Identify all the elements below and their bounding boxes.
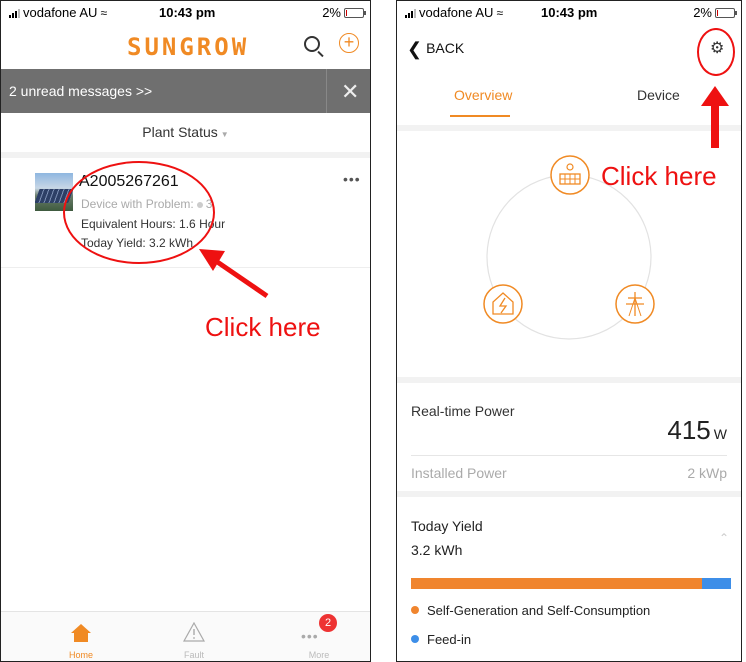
tab-overview[interactable]: Overview bbox=[454, 87, 512, 103]
row-divider bbox=[411, 455, 727, 456]
app-header: SUNGROW + bbox=[1, 25, 370, 65]
tab-device[interactable]: Device bbox=[637, 87, 680, 103]
legend-feed-in: Feed-in bbox=[411, 632, 471, 647]
battery-icon bbox=[344, 7, 366, 18]
status-bar: vodafone AU ≈ 10:43 pm 2% bbox=[397, 1, 741, 25]
active-tab-indicator bbox=[450, 115, 510, 117]
chevron-left-icon: ❮ bbox=[407, 39, 423, 59]
legend-self-consumption: Self-Generation and Self-Consumption bbox=[411, 603, 650, 618]
plant-menu-icon[interactable]: ••• bbox=[343, 171, 361, 187]
realtime-power-unit: W bbox=[713, 426, 727, 442]
overview-tabs: Overview Device bbox=[397, 73, 741, 119]
annotation-label: Click here bbox=[205, 312, 321, 342]
installed-power-label: Installed Power bbox=[411, 465, 507, 481]
carrier-name: vodafone AU bbox=[23, 5, 98, 20]
legend-self-label: Self-Generation and Self-Consumption bbox=[427, 603, 651, 618]
yield-split-bar bbox=[411, 578, 731, 589]
section-divider bbox=[1, 152, 370, 158]
section-divider bbox=[397, 491, 741, 497]
search-icon[interactable] bbox=[304, 36, 320, 52]
annotation-circle bbox=[697, 28, 735, 76]
battery: 2% bbox=[693, 5, 737, 20]
realtime-power-label: Real-time Power bbox=[411, 403, 515, 419]
installed-power-value: 2 kWp bbox=[687, 465, 727, 481]
plant-overview-screen: vodafone AU ≈ 10:43 pm 2% ❮ BACK ⚙ Overvi… bbox=[396, 0, 742, 662]
self-consumption-segment bbox=[411, 578, 703, 589]
annotation-arrow bbox=[701, 86, 729, 148]
signal-icon bbox=[405, 8, 416, 18]
wifi-icon: ≈ bbox=[100, 5, 108, 20]
close-icon[interactable]: ✕ bbox=[341, 79, 359, 105]
caret-down-icon: ▼ bbox=[220, 130, 229, 139]
legend-feed-label: Feed-in bbox=[427, 632, 472, 647]
back-label[interactable]: BACK bbox=[426, 40, 464, 56]
home-load-icon[interactable] bbox=[483, 284, 523, 324]
battery-percent: 2% bbox=[322, 5, 341, 20]
chevron-up-icon[interactable]: ⌃ bbox=[719, 531, 729, 545]
card-divider bbox=[1, 267, 370, 268]
warning-icon bbox=[183, 622, 205, 642]
signal-icon bbox=[9, 8, 20, 18]
feed-in-segment bbox=[702, 578, 731, 589]
screenshot-composite: vodafone AU ≈ 10:43 pm 2% SUNGROW + 2 un… bbox=[0, 0, 746, 662]
plant-status-filter[interactable]: Plant Status ▼ bbox=[1, 124, 370, 140]
installed-power-row: Installed Power 2 kWp bbox=[411, 465, 727, 481]
wifi-icon: ≈ bbox=[496, 5, 504, 20]
carrier: vodafone AU ≈ bbox=[405, 5, 503, 20]
nav-bar: ❮ BACK ⚙ bbox=[397, 25, 741, 69]
orange-dot-icon bbox=[411, 606, 419, 614]
today-yield-label: Today Yield bbox=[411, 518, 483, 534]
realtime-power-number: 415 bbox=[667, 415, 711, 445]
bottom-tab-bar: Home Fault ••• 2 More bbox=[1, 611, 370, 661]
power-grid-icon[interactable] bbox=[615, 284, 655, 324]
plant-list-screen: vodafone AU ≈ 10:43 pm 2% SUNGROW + 2 un… bbox=[0, 0, 371, 662]
status-bar: vodafone AU ≈ 10:43 pm 2% bbox=[1, 1, 370, 25]
battery-icon bbox=[715, 7, 737, 18]
add-plant-button[interactable]: + bbox=[339, 33, 359, 53]
notification-badge: 2 bbox=[319, 614, 337, 632]
unread-messages-text[interactable]: 2 unread messages >> bbox=[9, 83, 152, 99]
plant-status-label[interactable]: Plant Status bbox=[142, 124, 218, 140]
unread-messages-banner[interactable]: 2 unread messages >> ✕ bbox=[1, 69, 370, 113]
tab-fault-label: Fault bbox=[183, 650, 204, 660]
clock: 10:43 pm bbox=[159, 5, 216, 20]
tab-home-label: Home bbox=[68, 650, 93, 660]
solar-panel-icon[interactable] bbox=[550, 155, 590, 195]
home-icon bbox=[71, 624, 91, 642]
back-button[interactable]: ❮ BACK bbox=[407, 39, 464, 60]
clock: 10:43 pm bbox=[541, 5, 598, 20]
battery-percent: 2% bbox=[693, 5, 712, 20]
carrier-name: vodafone AU bbox=[419, 5, 494, 20]
tab-more-label: More bbox=[308, 650, 330, 660]
today-yield-value: 3.2 kWh bbox=[411, 542, 463, 558]
banner-divider bbox=[326, 69, 327, 113]
blue-dot-icon bbox=[411, 635, 419, 643]
carrier: vodafone AU ≈ bbox=[9, 5, 107, 20]
realtime-power-value: 415 W bbox=[667, 415, 727, 446]
more-icon: ••• bbox=[301, 628, 319, 644]
brand-logo: SUNGROW bbox=[127, 33, 250, 61]
battery: 2% bbox=[322, 5, 366, 20]
annotation-arrow bbox=[199, 249, 269, 299]
section-divider bbox=[397, 377, 741, 383]
annotation-label: Click here bbox=[601, 161, 717, 191]
